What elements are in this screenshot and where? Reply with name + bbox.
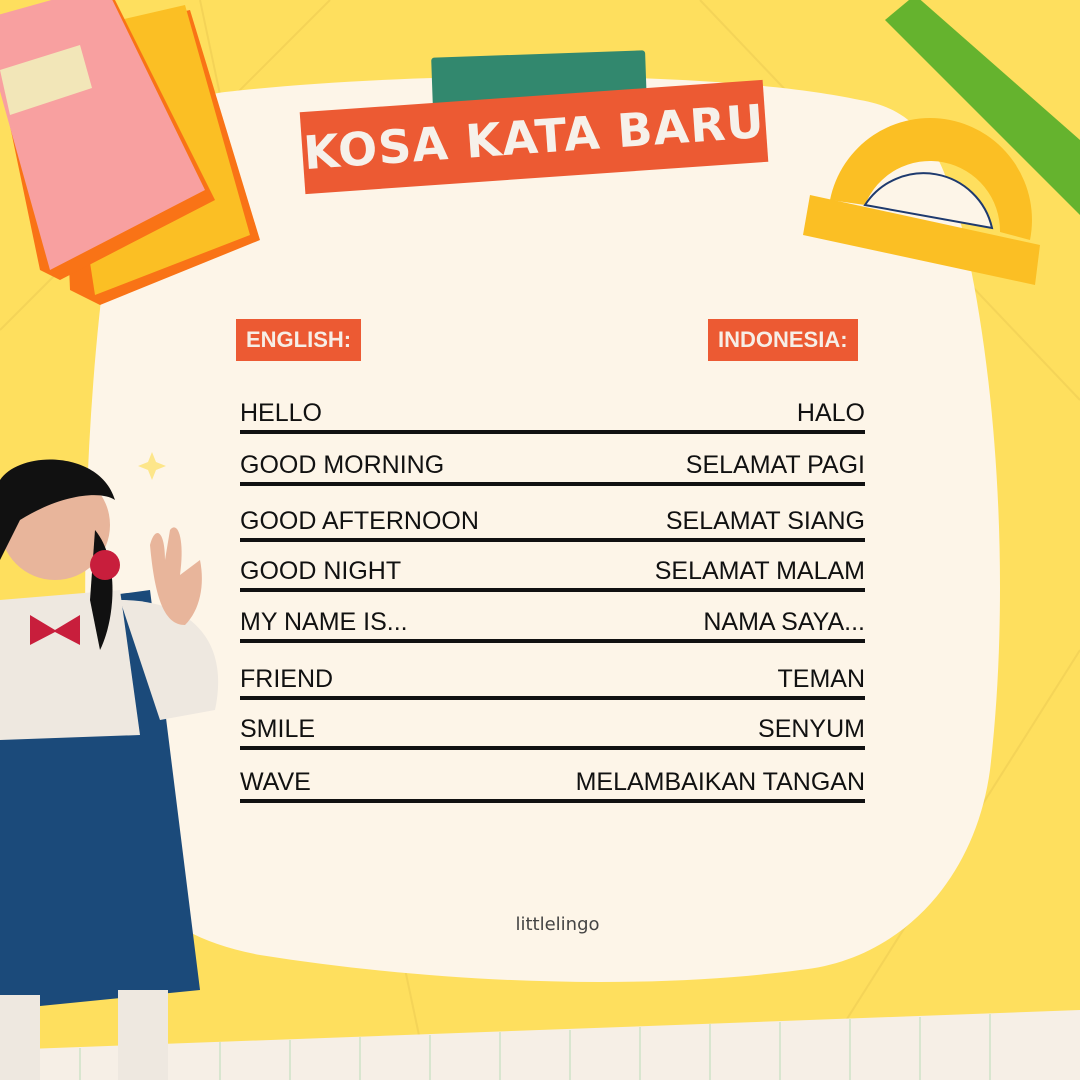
indonesian-word: SELAMAT PAGI <box>685 451 865 479</box>
indonesian-word: SENYUM <box>758 715 865 743</box>
english-word: HELLO <box>240 399 322 427</box>
vocab-row: GOOD AFTERNOON SELAMAT SIANG <box>240 502 865 542</box>
indonesia-header: INDONESIA: <box>708 319 858 361</box>
row-divider <box>240 639 865 643</box>
vocab-row: WAVE MELAMBAIKAN TANGAN <box>240 763 865 803</box>
row-divider <box>240 696 865 700</box>
indonesian-word: SELAMAT MALAM <box>654 557 865 585</box>
english-word: SMILE <box>240 715 316 743</box>
indonesian-word: NAMA SAYA... <box>703 608 865 636</box>
indonesian-word: SELAMAT SIANG <box>665 507 865 535</box>
english-word: GOOD MORNING <box>240 451 445 479</box>
english-word: FRIEND <box>240 665 334 693</box>
row-divider <box>240 746 865 750</box>
indonesian-word: TEMAN <box>777 665 866 693</box>
vocab-row: GOOD MORNING SELAMAT PAGI <box>240 446 865 486</box>
row-divider <box>240 538 865 542</box>
vocab-row: MY NAME IS... NAMA SAYA... <box>240 603 865 643</box>
row-divider <box>240 482 865 486</box>
english-word: MY NAME IS... <box>240 608 408 636</box>
indonesian-word: MELAMBAIKAN TANGAN <box>575 768 865 796</box>
vocab-row: HELLO HALO <box>240 394 865 434</box>
english-word: WAVE <box>240 768 311 796</box>
english-header: ENGLISH: <box>236 319 362 361</box>
vocab-row: FRIEND TEMAN <box>240 660 865 700</box>
row-divider <box>240 430 865 434</box>
english-word: GOOD NIGHT <box>240 557 402 585</box>
vocab-row: GOOD NIGHT SELAMAT MALAM <box>240 552 865 592</box>
row-divider <box>240 588 865 592</box>
row-divider <box>240 799 865 803</box>
indonesian-word: HALO <box>796 399 865 427</box>
footer-brand: littlelingo <box>515 914 600 935</box>
english-word: GOOD AFTERNOON <box>240 507 479 535</box>
vocab-row: SMILE SENYUM <box>240 710 865 750</box>
